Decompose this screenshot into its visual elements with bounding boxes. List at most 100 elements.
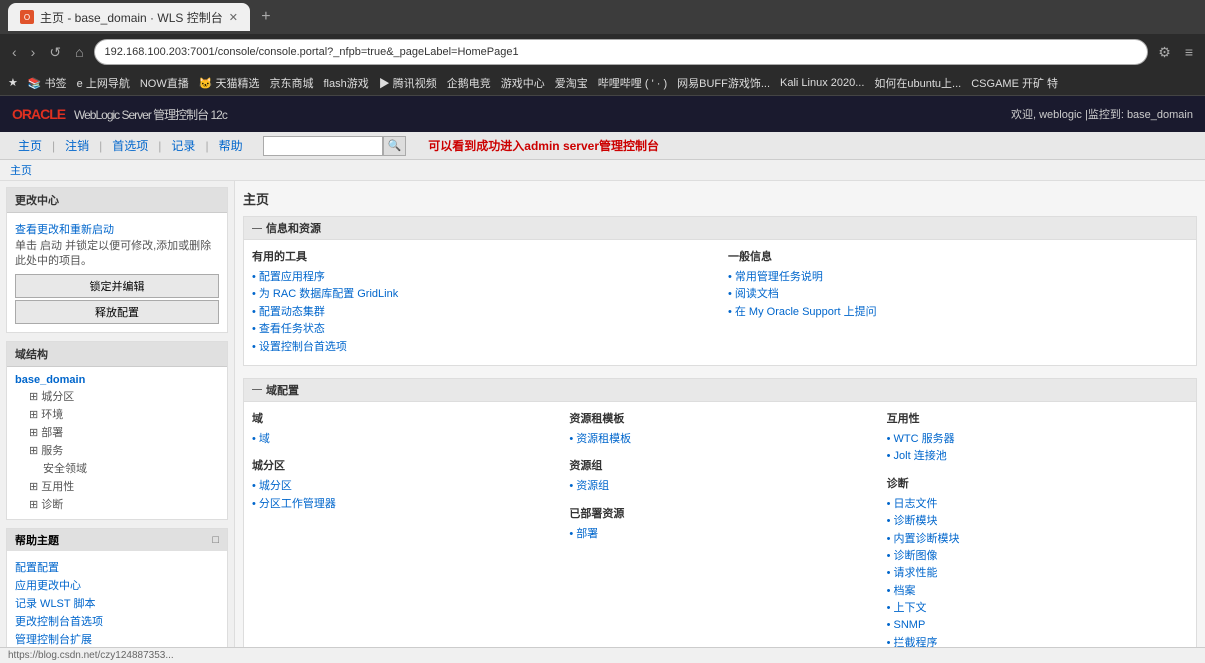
help-panel-close[interactable]: □ [212, 534, 219, 546]
help-link-changes[interactable]: 应用更改中心 [15, 577, 219, 593]
bookmark-kali[interactable]: Kali Linux 2020... [780, 77, 864, 89]
link-archive[interactable]: 档案 [887, 584, 1188, 599]
bookmark-bookmarks[interactable]: 📚 书签 [28, 75, 67, 91]
menu-btn[interactable]: ≡ [1181, 42, 1197, 62]
wls-navbar: 主页 | 注销 | 首选项 | 记录 | 帮助 🔍 可以看到成功进入admin … [0, 132, 1205, 160]
link-oracle-support[interactable]: 在 My Oracle Support 上提问 [728, 305, 1188, 320]
domain-grid: 域 域 城分区 城分区 分区工作管理器 资源租模板 资源租模板 [252, 410, 1188, 647]
link-req-perf[interactable]: 请求性能 [887, 566, 1188, 581]
tree-item-security[interactable]: 安全领域 [15, 459, 219, 477]
link-dynamic-cluster[interactable]: 配置动态集群 [252, 305, 712, 320]
wls-header-title: WebLogic Server 管理控制台 12c [74, 108, 227, 122]
link-log-files[interactable]: 日志文件 [887, 497, 1188, 512]
lock-edit-button[interactable]: 锁定并编辑 [15, 274, 219, 298]
change-center-content: 查看更改和重新启动 单击 启动 并锁定以便可修改,添加或删除此处中的项目。 锁定… [7, 213, 227, 332]
browser-tab[interactable]: O 主页 - base_domain · WLS 控制台 ✕ [8, 3, 250, 31]
extensions-btn[interactable]: ⚙ [1154, 42, 1175, 63]
link-config-app[interactable]: 配置应用程序 [252, 270, 712, 285]
bookmark-jd[interactable]: 京东商城 [269, 75, 313, 91]
info-grid: 有用的工具 配置应用程序 为 RAC 数据库配置 GridLink 配置动态集群… [252, 248, 1188, 357]
link-rac-gridlink[interactable]: 为 RAC 数据库配置 GridLink [252, 287, 712, 302]
success-message: 可以看到成功进入admin server管理控制台 [428, 137, 659, 154]
link-jolt[interactable]: Jolt 连接池 [887, 449, 1188, 464]
address-bar[interactable]: 192.168.100.203:7001/console/console.por… [94, 39, 1149, 65]
resource-templates-title: 资源租模板 [569, 410, 870, 426]
help-link-extensions[interactable]: 管理控制台扩展 [15, 631, 219, 647]
sidebar: 更改中心 查看更改和重新启动 单击 启动 并锁定以便可修改,添加或删除此处中的项… [0, 181, 235, 647]
bookmark-star: ★ [8, 76, 18, 89]
bookmark-esports[interactable]: 企鹅电竞 [447, 75, 491, 91]
link-resource-template[interactable]: 资源租模板 [569, 432, 870, 447]
wls-application: ORACLE WebLogic Server 管理控制台 12c 欢迎, web… [0, 96, 1205, 647]
bookmark-taobao[interactable]: 爱淘宝 [555, 75, 588, 91]
link-console-prefs[interactable]: 设置控制台首选项 [252, 340, 712, 355]
link-task-status[interactable]: 查看任务状态 [252, 322, 712, 337]
search-button[interactable]: 🔍 [383, 136, 407, 156]
link-context[interactable]: 上下文 [887, 601, 1188, 616]
bookmark-live[interactable]: NOW直播 [140, 75, 189, 91]
forward-button[interactable]: › [27, 42, 40, 62]
tree-item-deploy[interactable]: ⊞ 部署 [15, 423, 219, 441]
link-snmp[interactable]: SNMP [887, 618, 1188, 633]
search-input[interactable] [263, 136, 383, 156]
bottom-url-text: https://blog.csdn.net/czy124887353... [8, 650, 174, 661]
collapse-domain-icon[interactable]: — [252, 384, 262, 395]
tab-bar: O 主页 - base_domain · WLS 控制台 ✕ + [0, 0, 1205, 34]
collapse-info-icon[interactable]: — [252, 223, 262, 234]
nav-preferences[interactable]: 首选项 [104, 135, 156, 156]
breadcrumb-home[interactable]: 主页 [10, 165, 32, 177]
link-deployments[interactable]: 部署 [569, 527, 870, 542]
page-title: 主页 [243, 189, 1197, 208]
help-link-config[interactable]: 配置配置 [15, 559, 219, 575]
link-diag-image[interactable]: 诊断图像 [887, 549, 1188, 564]
link-admin-tasks[interactable]: 常用管理任务说明 [728, 270, 1188, 285]
nav-help[interactable]: 帮助 [211, 135, 251, 156]
link-wtc[interactable]: WTC 服务器 [887, 432, 1188, 447]
tree-item-diagnostics[interactable]: ⊞ 诊断 [15, 495, 219, 513]
oracle-logo: ORACLE WebLogic Server 管理控制台 12c [12, 106, 227, 123]
breadcrumb: 主页 主页 [0, 160, 1205, 181]
domain-config-header: — 域配置 [244, 379, 1196, 402]
back-button[interactable]: ‹ [8, 42, 21, 62]
help-panel-title: 帮助主题 □ [7, 529, 227, 551]
bookmarks-bar: ★ 📚 书签 e 上网导航 NOW直播 🐱 天猫精选 京东商城 flash游戏 … [0, 70, 1205, 96]
tree-item-environment[interactable]: ⊞ 环境 [15, 405, 219, 423]
nav-logout[interactable]: 注销 [57, 135, 97, 156]
tree-item-city-zone[interactable]: ⊞ 城分区 [15, 387, 219, 405]
nav-record[interactable]: 记录 [163, 135, 203, 156]
link-domain[interactable]: 域 [252, 432, 553, 447]
bookmark-nav[interactable]: e 上网导航 [77, 75, 130, 91]
link-resource-group[interactable]: 资源组 [569, 479, 870, 494]
help-link-wlst[interactable]: 记录 WLST 脚本 [15, 595, 219, 611]
tree-item-interop[interactable]: ⊞ 互用性 [15, 477, 219, 495]
interop-title: 互用性 [887, 410, 1188, 426]
release-config-button[interactable]: 释放配置 [15, 300, 219, 324]
bookmark-games[interactable]: 游戏中心 [501, 75, 545, 91]
link-diag-module[interactable]: 诊断模块 [887, 514, 1188, 529]
link-builtin-diag[interactable]: 内置诊断模块 [887, 532, 1188, 547]
city-zones-subsection: 城分区 城分区 分区工作管理器 [252, 457, 553, 512]
view-changes-link[interactable]: 查看更改和重新启动 [15, 221, 219, 237]
tree-item-services[interactable]: ⊞ 服务 [15, 441, 219, 459]
bookmark-ubuntu[interactable]: 如何在ubuntu上... [874, 75, 961, 91]
nav-home[interactable]: 主页 [10, 135, 50, 156]
diagnostics-subsection: 诊断 日志文件 诊断模块 内置诊断模块 诊断图像 请求性能 档案 上下文 SNM… [887, 475, 1188, 647]
new-tab-button[interactable]: + [254, 5, 278, 29]
link-zone-work-mgr[interactable]: 分区工作管理器 [252, 497, 553, 512]
bookmark-tmall[interactable]: 🐱 天猫精选 [199, 75, 260, 91]
bookmark-bilibili[interactable]: 哔哩哔哩 ( ' · ) [598, 75, 667, 91]
link-interceptor[interactable]: 拦截程序 [887, 636, 1188, 647]
domain-root[interactable]: base_domain [15, 373, 219, 387]
link-read-docs[interactable]: 阅读文档 [728, 287, 1188, 302]
bookmark-csgame[interactable]: CSGAME 开矿 特 [971, 75, 1058, 91]
link-city-zone[interactable]: 城分区 [252, 479, 553, 494]
bookmark-tencent[interactable]: ▶ 腾讯视频 [379, 75, 437, 91]
tab-title: 主页 - base_domain · WLS 控制台 [40, 9, 223, 26]
bottom-url-bar: https://blog.csdn.net/czy124887353... [0, 647, 1205, 663]
reload-button[interactable]: ↺ [45, 42, 65, 63]
bookmark-buff[interactable]: 网易BUFF游戏饰... [677, 75, 770, 91]
tab-close-btn[interactable]: ✕ [229, 11, 238, 24]
help-link-prefs[interactable]: 更改控制台首选项 [15, 613, 219, 629]
bookmark-flash[interactable]: flash游戏 [323, 75, 368, 91]
home-button[interactable]: ⌂ [71, 42, 87, 62]
